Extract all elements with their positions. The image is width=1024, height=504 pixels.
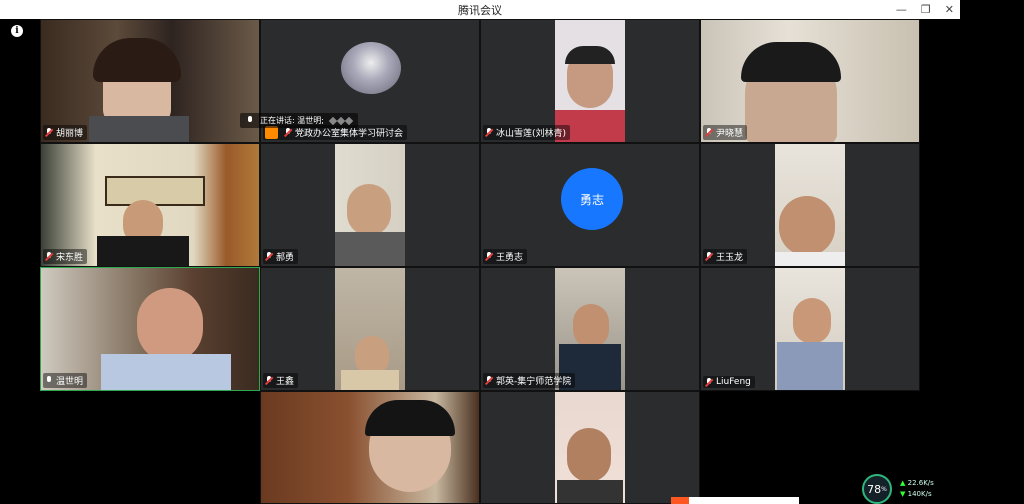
mic-muted-icon [705, 252, 713, 261]
participant-name: 宋东胜 [56, 253, 84, 263]
download-arrow-icon: ▼ [900, 490, 906, 498]
video-tile[interactable]: 勇志 王勇志 [480, 143, 700, 267]
participant-video [341, 42, 401, 94]
avatar-text: 勇志 [579, 192, 604, 207]
video-tile[interactable]: LiuFeng [700, 267, 920, 391]
network-stats-widget[interactable]: 78% ▲ 22.6K/s ▼ 140K/s [862, 474, 946, 504]
participant-video [41, 144, 259, 266]
mic-muted-icon [45, 252, 53, 261]
speaking-label: 正在讲话: 温世明; [260, 116, 324, 125]
mic-muted-icon [485, 128, 493, 137]
participant-video [41, 268, 259, 390]
video-tile[interactable] [480, 391, 700, 504]
close-icon[interactable]: ✕ [945, 3, 954, 16]
cpu-percent: 78 [867, 482, 882, 496]
participant-name: 郝勇 [276, 253, 295, 263]
participant-name: 冰山雪莲(刘林青) [496, 129, 567, 139]
app-badge [671, 497, 799, 504]
audio-wave-icon [328, 116, 354, 125]
video-tile[interactable]: 宋东胜 [40, 143, 260, 267]
download-unit: K/s [921, 490, 932, 498]
mic-muted-icon [265, 376, 273, 385]
restore-icon[interactable]: ❐ [921, 3, 931, 16]
participant-video [41, 20, 259, 142]
participant-video [555, 268, 625, 390]
video-tile[interactable]: 胡丽博 [40, 19, 260, 143]
speaking-indicator: 正在讲话: 温世明; [240, 113, 358, 128]
mic-icon [45, 376, 53, 385]
video-tile[interactable]: 郝勇 [260, 143, 480, 267]
participant-name: 王勇志 [496, 253, 524, 263]
cpu-unit: % [881, 485, 887, 493]
mic-muted-icon [265, 252, 273, 261]
video-tile[interactable]: 郭英-集宁师范学院 [480, 267, 700, 391]
upload-arrow-icon: ▲ [900, 479, 906, 487]
mic-muted-icon [284, 128, 292, 137]
video-tile[interactable]: 王鑫 [260, 267, 480, 391]
participant-name: LiuFeng [716, 377, 751, 387]
mic-muted-icon [705, 128, 713, 137]
download-rate: 140 [907, 490, 921, 498]
participant-video [775, 144, 845, 266]
participant-name: 胡丽博 [56, 129, 84, 139]
participant-name: 尹晓慧 [716, 129, 744, 139]
participant-video [701, 20, 919, 142]
video-tile-active-speaker[interactable]: 温世明 [40, 267, 260, 391]
participant-video [555, 392, 625, 503]
participant-name: 温世明 [56, 377, 84, 387]
video-tile[interactable]: 王玉龙 [700, 143, 920, 267]
speaker-mic-icon [246, 116, 254, 125]
participant-video [261, 392, 479, 503]
video-tile[interactable]: 冰山雪莲(刘林青) [480, 19, 700, 143]
upload-rate: 22.6 [907, 479, 924, 487]
mic-muted-icon [485, 252, 493, 261]
avatar: 勇志 [561, 168, 623, 230]
title-bar: 腾讯会议 — ❐ ✕ [0, 0, 960, 19]
participant-name: 郭英-集宁师范学院 [496, 377, 572, 387]
info-icon[interactable]: i [11, 25, 23, 37]
window-title: 腾讯会议 [458, 3, 502, 17]
participant-video [775, 268, 845, 390]
mic-muted-icon [485, 376, 493, 385]
mic-muted-icon [45, 128, 53, 137]
participant-name: 王玉龙 [716, 253, 744, 263]
video-tile[interactable]: 尹晓慧 [700, 19, 920, 143]
cpu-meter: 78% [862, 474, 892, 504]
upload-unit: K/s [923, 479, 934, 487]
minimize-icon[interactable]: — [896, 3, 907, 16]
video-grid: i 胡丽博 党政办公室集体学习研讨会 冰山雪莲(刘林青) 尹晓慧 宋东胜 郝勇 … [0, 19, 960, 504]
participant-video [335, 268, 405, 390]
mic-muted-icon [705, 377, 713, 387]
video-tile[interactable] [260, 391, 480, 504]
participant-video [335, 144, 405, 266]
participant-name: 王鑫 [276, 377, 295, 387]
participant-video [555, 20, 625, 142]
